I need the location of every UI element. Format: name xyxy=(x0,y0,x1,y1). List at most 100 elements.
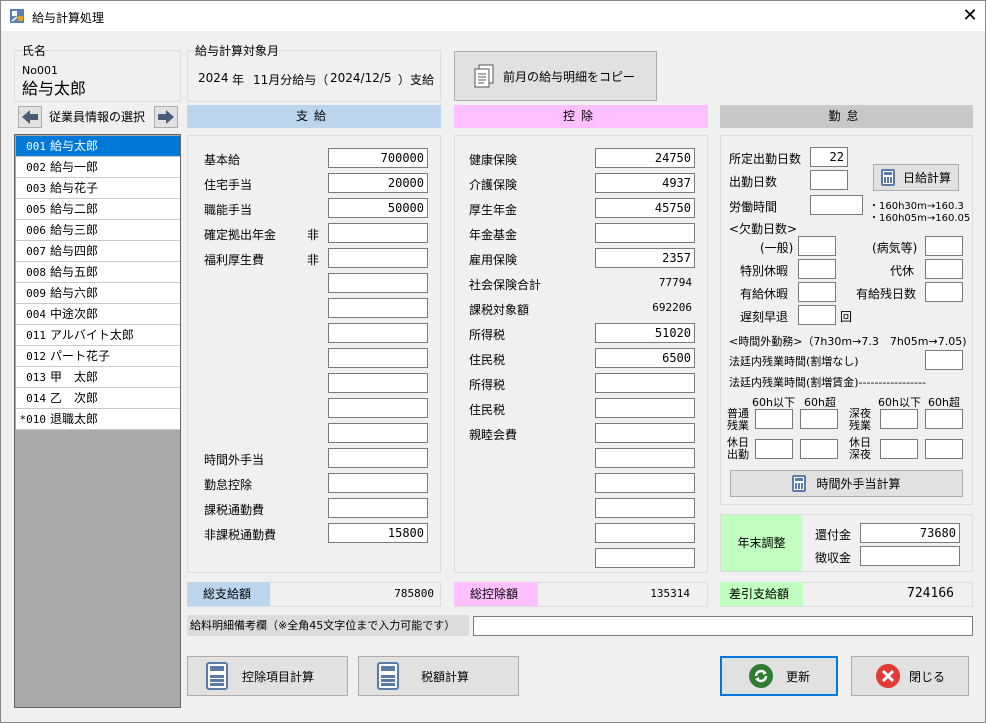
non-taxable-mark: 非 xyxy=(307,253,320,267)
employee-list-item[interactable]: 008 給与五郎 xyxy=(16,262,180,283)
employee-list-item[interactable]: 014 乙 次郎 xyxy=(16,388,180,409)
employee-list-item[interactable]: 001 給与太郎 xyxy=(16,136,180,157)
normal-ot-under-input[interactable] xyxy=(755,409,793,429)
deduction-item-input[interactable] xyxy=(595,523,695,543)
employee-list-item[interactable]: 005 給与二郎 xyxy=(16,199,180,220)
deduction-item-input[interactable] xyxy=(595,398,695,418)
legal-within-input[interactable] xyxy=(925,350,963,370)
employee-code: 001 xyxy=(26,140,46,153)
normal-ot-over-input[interactable] xyxy=(800,409,838,429)
employee-list-name: パート花子 xyxy=(50,349,111,363)
prev-employee-button[interactable] xyxy=(18,106,42,128)
payment-item-input[interactable] xyxy=(328,223,428,243)
refund-input[interactable]: 73680 xyxy=(860,523,960,543)
target-pay-date[interactable]: 2024/12/5 xyxy=(330,71,392,85)
close-button[interactable]: 閉じる xyxy=(851,656,969,696)
employee-list-item[interactable]: 007 給与四郎 xyxy=(16,241,180,262)
deduction-item-input[interactable] xyxy=(595,423,695,443)
calculator-icon xyxy=(206,662,228,690)
paid-remaining-input[interactable] xyxy=(925,282,963,302)
employee-list-name: 中途次郎 xyxy=(50,307,99,321)
employee-list-item[interactable]: 013 甲 太郎 xyxy=(16,367,180,388)
deduction-item-input[interactable]: 24750 xyxy=(595,148,695,168)
window-close-button[interactable]: ✕ xyxy=(958,4,982,28)
holiday-work-over-input[interactable] xyxy=(800,439,838,459)
holiday-night-over-input[interactable] xyxy=(925,439,963,459)
deduction-item-input[interactable] xyxy=(595,448,695,468)
deduction-item-input[interactable] xyxy=(595,548,695,568)
employee-list-item[interactable]: *010 退職太郎 xyxy=(16,409,180,430)
scheduled-days-input[interactable]: 22 xyxy=(810,147,848,167)
employee-list[interactable]: 001 給与太郎 002 給与一郎 003 給与花子 005 給与二郎 006 給与三郎 007 給与… xyxy=(14,134,181,708)
holiday-work-label: 休日出勤 xyxy=(727,436,749,461)
payment-item-input[interactable] xyxy=(328,373,428,393)
deduction-item-label: 住民税 xyxy=(469,403,506,417)
payment-item-input[interactable]: 700000 xyxy=(328,148,428,168)
deduction-item-input[interactable]: 6500 xyxy=(595,348,695,368)
work-hours-label: 労働時間 xyxy=(729,200,778,214)
employee-list-item[interactable]: 006 給与三郎 xyxy=(16,220,180,241)
employee-list-item[interactable]: 004 中途次郎 xyxy=(16,304,180,325)
deduction-item-input[interactable]: 45750 xyxy=(595,198,695,218)
overtime-calc-button[interactable]: 時間外手当計算 xyxy=(730,470,963,497)
update-button[interactable]: 更新 xyxy=(720,656,838,696)
payment-item-input[interactable]: 50000 xyxy=(328,198,428,218)
next-employee-button[interactable] xyxy=(154,106,178,128)
deduction-total-label: 総控除額 xyxy=(454,582,538,606)
late-night-ot-under-input[interactable] xyxy=(880,409,918,429)
employee-code: 004 xyxy=(26,308,46,321)
remarks-input[interactable] xyxy=(473,616,973,636)
holiday-work-under-input[interactable] xyxy=(755,439,793,459)
payment-item-input[interactable] xyxy=(328,448,428,468)
substitute-holiday-input[interactable] xyxy=(925,259,963,279)
payment-item-input[interactable]: 15800 xyxy=(328,523,428,543)
employee-list-item[interactable]: 002 給与一郎 xyxy=(16,157,180,178)
payment-item-input[interactable] xyxy=(328,323,428,343)
deduction-item-input[interactable] xyxy=(595,373,695,393)
payment-item-input[interactable] xyxy=(328,273,428,293)
payment-item-input[interactable] xyxy=(328,398,428,418)
sick-absence-input[interactable] xyxy=(925,236,963,256)
payment-item-input[interactable] xyxy=(328,348,428,368)
payment-item-input[interactable] xyxy=(328,423,428,443)
deduction-calc-button[interactable]: 控除項目計算 xyxy=(187,656,348,696)
deduction-item-input[interactable]: 2357 xyxy=(595,248,695,268)
paid-leave-input[interactable] xyxy=(798,282,836,302)
work-hours-input[interactable] xyxy=(810,195,863,215)
employee-list-item[interactable]: 009 給与六郎 xyxy=(16,283,180,304)
payment-item-input[interactable] xyxy=(328,248,428,268)
payment-item-input[interactable]: 20000 xyxy=(328,173,428,193)
deduction-item-input[interactable] xyxy=(595,223,695,243)
deduction-item-input[interactable] xyxy=(595,473,695,493)
deduction-item-input[interactable]: 51020 xyxy=(595,323,695,343)
deduction-item-label: 健康保険 xyxy=(469,153,518,167)
arrow-left-icon xyxy=(22,110,38,124)
deduction-item-label: 介護保険 xyxy=(469,178,518,192)
work-days-input[interactable] xyxy=(810,170,848,190)
employee-list-item[interactable]: 003 給与花子 xyxy=(16,178,180,199)
deduction-item-input[interactable]: 4937 xyxy=(595,173,695,193)
holiday-night-under-input[interactable] xyxy=(880,439,918,459)
employee-list-name: 給与三郎 xyxy=(50,223,99,237)
payment-item-input[interactable] xyxy=(328,298,428,318)
tax-calc-button[interactable]: 税額計算 xyxy=(358,656,519,696)
col-60over-label-1: 60h超 xyxy=(804,396,836,409)
collect-input[interactable] xyxy=(860,546,960,566)
general-absence-input[interactable] xyxy=(798,236,836,256)
late-night-ot-over-input[interactable] xyxy=(925,409,963,429)
late-early-input[interactable] xyxy=(798,305,836,325)
copy-previous-button[interactable]: 前月の給与明細をコピー xyxy=(454,51,657,101)
deduction-item-input[interactable] xyxy=(595,498,695,518)
late-early-unit: 回 xyxy=(840,310,853,324)
absence-label: <欠勤日数> xyxy=(729,222,798,236)
employee-list-item[interactable]: 012 パート花子 xyxy=(16,346,180,367)
deduction-item-label: 所得税 xyxy=(469,328,506,342)
employee-list-item[interactable]: 011 アルバイト太郎 xyxy=(16,325,180,346)
special-leave-input[interactable] xyxy=(798,259,836,279)
employee-list-name: アルバイト太郎 xyxy=(50,328,134,342)
payment-item-input[interactable] xyxy=(328,473,428,493)
daily-calc-button[interactable]: 日給計算 xyxy=(873,164,959,191)
refresh-icon xyxy=(748,664,773,688)
copy-previous-label: 前月の給与明細をコピー xyxy=(503,69,636,84)
payment-item-input[interactable] xyxy=(328,498,428,518)
